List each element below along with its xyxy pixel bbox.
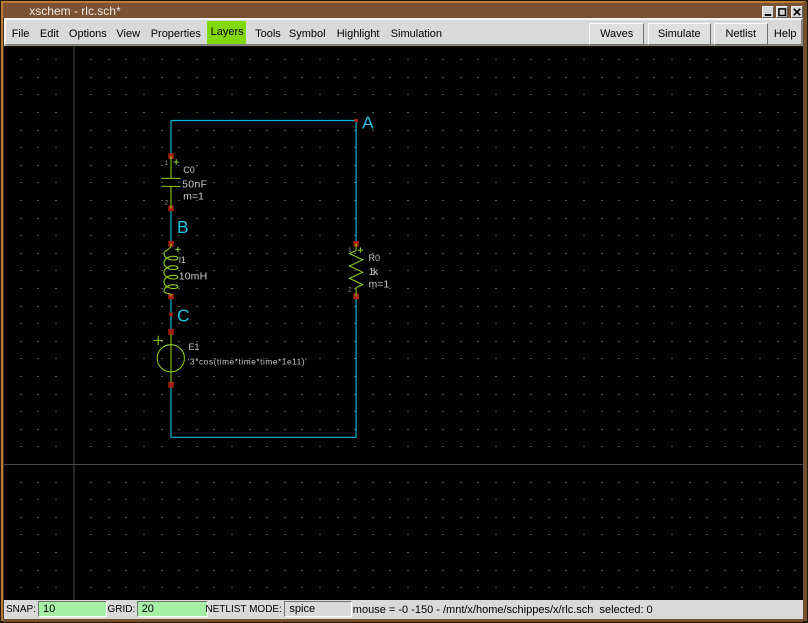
svg-text:10mH: 10mH (179, 271, 208, 283)
svg-text:1k: 1k (369, 266, 380, 278)
svg-text:B: B (177, 217, 189, 237)
svg-text:50nF: 50nF (182, 178, 207, 190)
svg-text:C: C (177, 305, 190, 325)
svg-text:1: 1 (348, 247, 352, 254)
svg-text:A: A (362, 112, 374, 132)
svg-text:m=1: m=1 (183, 190, 204, 202)
svg-text:1: 1 (165, 160, 169, 167)
svg-text:m=1: m=1 (369, 278, 390, 290)
svg-text:2: 2 (348, 287, 352, 294)
svg-text:l1: l1 (179, 255, 186, 265)
svg-text:C0: C0 (183, 165, 195, 175)
svg-text:2: 2 (165, 200, 169, 207)
svg-text:E1: E1 (188, 342, 199, 352)
svg-text:'3*cos(time*time*time*1e11)': '3*cos(time*time*time*1e11)' (188, 357, 307, 367)
svg-text:R0: R0 (369, 253, 381, 263)
